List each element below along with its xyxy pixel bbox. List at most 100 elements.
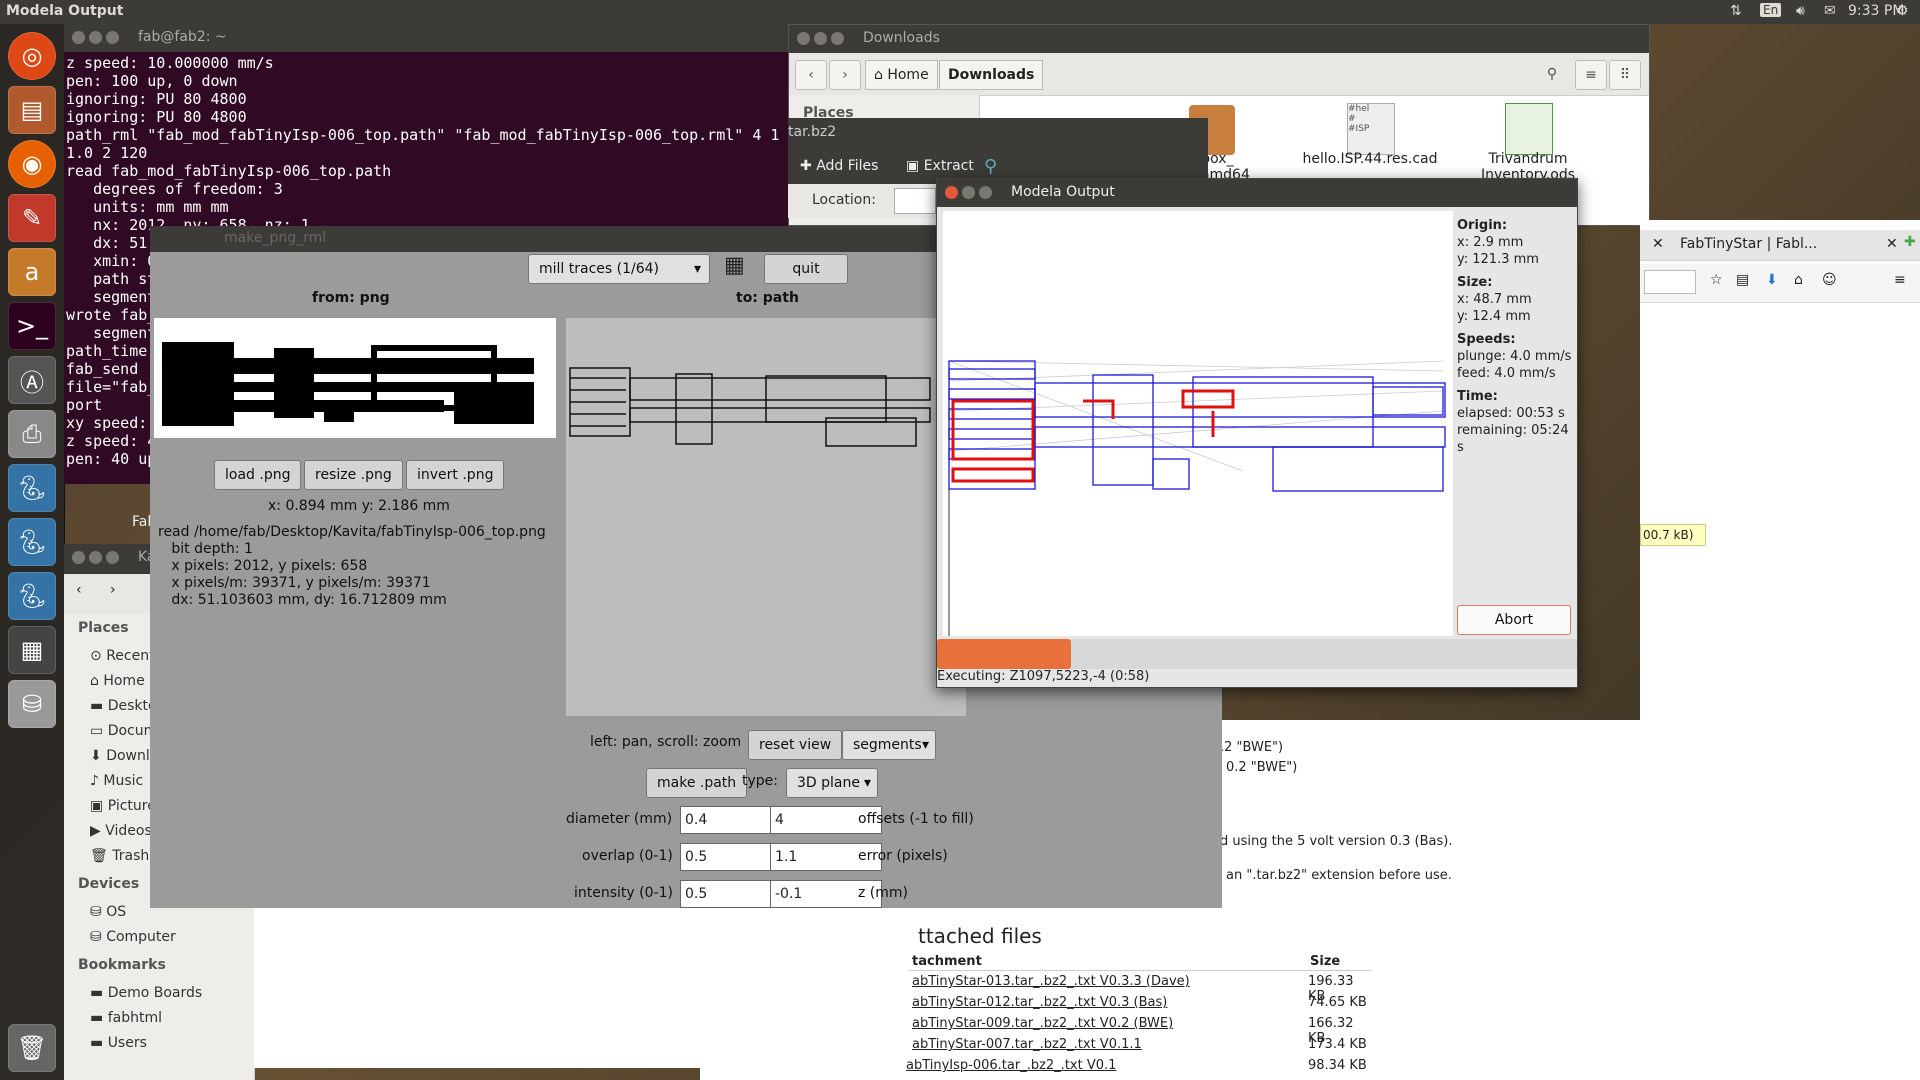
volume-icon[interactable]: 🔊︎ — [1796, 3, 1805, 19]
attachment-link[interactable]: abTinyStar-013.tar_.bz2_.txt V0.3.3 (Dav… — [912, 974, 1190, 989]
resize-png-button[interactable]: resize .png — [304, 460, 403, 490]
maximize-icon[interactable] — [831, 32, 844, 45]
back-button[interactable]: ‹ — [76, 582, 82, 598]
disk-icon[interactable]: ⛁ — [8, 680, 56, 728]
breadcrumb-downloads[interactable]: Downloads — [939, 60, 1044, 90]
folder-icon[interactable] — [894, 188, 936, 214]
files-icon[interactable]: ▤ — [8, 86, 56, 134]
menu-icon[interactable]: ≡ — [1894, 272, 1906, 288]
system-settings-icon[interactable]: ✎ — [8, 194, 56, 242]
time-heading: Time: — [1457, 389, 1498, 404]
minimize-icon[interactable] — [89, 551, 102, 564]
process-select[interactable]: mill traces (1/64) ▾ — [528, 254, 710, 284]
bookmark-users[interactable]: ▬ Users — [90, 1035, 147, 1051]
python-icon[interactable]: 🐍︎ — [8, 572, 56, 620]
star-icon[interactable]: ☆ — [1710, 272, 1723, 288]
attachment-link[interactable]: abTinyStar-012.tar_.bz2_.txt V0.3 (Bas) — [912, 995, 1167, 1010]
maximize-icon[interactable] — [106, 31, 119, 44]
back-button[interactable]: ‹ — [795, 60, 827, 90]
make-path-button[interactable]: make .path — [646, 768, 748, 798]
minimize-icon[interactable] — [89, 31, 102, 44]
invert-png-button[interactable]: invert .png — [406, 460, 505, 490]
new-tab-icon[interactable]: ✚ — [1904, 234, 1916, 250]
file-label[interactable]: hello.ISP.44.res.cad — [1300, 151, 1440, 167]
path-preview-canvas[interactable] — [566, 318, 966, 716]
sidebar-item-videos[interactable]: ▶ Videos — [90, 823, 152, 839]
extract-button[interactable]: ▣ Extract — [906, 158, 974, 174]
tab-fabtinystar[interactable]: FabTinyStar | Fabl... — [1680, 236, 1880, 252]
bookmark-fabhtml[interactable]: ▬ fabhtml — [90, 1010, 162, 1026]
modela-output-window[interactable]: Modela Output Origin: x: 2.9 mm y: 121.3… — [936, 178, 1578, 688]
menu-icon[interactable]: ≡ — [1575, 60, 1607, 90]
close-icon[interactable] — [797, 32, 810, 45]
keyboard-layout-indicator[interactable]: En — [1760, 3, 1782, 17]
attachment-link[interactable]: abTinyStar-007.tar_.bz2_.txt V0.1.1 — [912, 1037, 1142, 1052]
type-select[interactable]: 3D plane ▾ — [786, 768, 878, 798]
maximize-icon[interactable] — [106, 551, 119, 564]
abort-button[interactable]: Abort — [1457, 605, 1571, 635]
spreadsheet-icon[interactable] — [1505, 103, 1553, 155]
search-icon[interactable]: ⚲ — [1537, 60, 1567, 88]
grid-icon[interactable]: ▦ — [724, 254, 748, 278]
maximize-icon[interactable] — [979, 186, 992, 199]
download-icon[interactable]: ⬇ — [1766, 272, 1778, 288]
trash-icon[interactable]: 🗑︎ — [8, 1024, 56, 1072]
attachment-size: 74.65 KB — [1308, 995, 1367, 1010]
network-icon[interactable]: ⇅ — [1730, 3, 1742, 19]
type-select-value: 3D plane — [797, 775, 860, 791]
reset-view-button[interactable]: reset view — [748, 730, 843, 760]
nav-toolbar: ☆ ▤ ⬇ ⌂ ☺ ≡ — [1640, 264, 1920, 303]
sidebar-item-recent[interactable]: ⊙ Recent — [90, 648, 155, 664]
python-icon[interactable]: 🐍︎ — [8, 464, 56, 512]
sidebar-item-trash[interactable]: 🗑︎ Trash — [90, 848, 149, 864]
load-png-button[interactable]: load .png — [214, 460, 302, 490]
reading-list-icon[interactable]: ▤ — [1736, 272, 1749, 288]
ubuntu-dash-icon[interactable]: ◎ — [8, 32, 56, 80]
attachment-size: 98.34 KB — [1308, 1058, 1367, 1073]
search-input[interactable] — [1644, 270, 1696, 294]
downloads-title: Downloads — [863, 30, 940, 46]
close-icon[interactable] — [72, 31, 85, 44]
source-png-preview[interactable] — [154, 318, 556, 438]
forward-button[interactable]: › — [829, 60, 861, 90]
terminal-icon[interactable]: >_ — [8, 302, 56, 350]
forward-button[interactable]: › — [110, 582, 116, 598]
sidebar-item-os[interactable]: ⛁ OS — [90, 904, 126, 920]
amazon-icon[interactable]: a — [8, 248, 56, 296]
png-info-line: bit depth: 1 — [158, 541, 253, 557]
speeds-heading: Speeds: — [1457, 332, 1516, 347]
home-icon[interactable]: ⌂ — [1794, 272, 1803, 288]
sidebar-item-computer[interactable]: ⛁ Computer — [90, 929, 176, 945]
firefox-icon[interactable]: ◉ — [8, 140, 56, 188]
close-tab-icon[interactable]: ✕ — [1652, 236, 1664, 252]
terminal-title: fab@fab2: ~ — [138, 29, 227, 45]
process-select-value: mill traces (1/64) — [539, 261, 659, 277]
close-tab-icon[interactable]: ✕ — [1886, 236, 1898, 252]
minimize-icon[interactable] — [962, 186, 975, 199]
add-files-button[interactable]: ✚ Add Files — [800, 158, 878, 174]
devices-heading: Devices — [78, 876, 140, 892]
python-icon[interactable]: 🐍︎ — [8, 518, 56, 566]
mail-icon[interactable]: ✉ — [1824, 3, 1836, 19]
quit-button[interactable]: quit — [764, 254, 848, 284]
attachment-link[interactable]: abTinyIsp-006.tar_.bz2_.txt V0.1 — [906, 1058, 1116, 1073]
sidebar-item-home[interactable]: ⌂ Home — [90, 673, 145, 689]
close-icon[interactable] — [72, 551, 85, 564]
toolpath-canvas[interactable] — [943, 211, 1453, 636]
minimize-icon[interactable] — [814, 32, 827, 45]
gear-icon[interactable]: ⚙ — [1896, 3, 1909, 19]
breadcrumb-home[interactable]: ⌂ Home — [865, 60, 938, 90]
sidebar-item-music[interactable]: ♪ Music — [90, 773, 143, 789]
text-file-icon[interactable]: #hel # #ISP — [1347, 103, 1395, 155]
attachment-link[interactable]: abTinyStar-009.tar_.bz2_.txt V0.2 (BWE) — [912, 1016, 1173, 1031]
printer-icon[interactable]: ⎙ — [8, 410, 56, 458]
view-mode-select[interactable]: segments ▾ — [842, 730, 936, 760]
chat-icon[interactable]: ☺ — [1822, 272, 1837, 288]
close-icon[interactable] — [945, 186, 958, 199]
grid-view-icon[interactable]: ⠿ — [1609, 60, 1641, 90]
bookmark-demo-boards[interactable]: ▬ Demo Boards — [90, 985, 202, 1001]
workspace-switcher-icon[interactable]: ▦ — [8, 626, 56, 674]
search-icon[interactable]: ⚲ — [984, 156, 997, 177]
launcher: ◎ ▤ ◉ ✎ a >_ Ⓐ ⎙ 🐍︎ 🐍︎ 🐍︎ ▦ ⛁ 🗑︎ — [0, 24, 65, 1080]
software-center-icon[interactable]: Ⓐ — [8, 356, 56, 404]
